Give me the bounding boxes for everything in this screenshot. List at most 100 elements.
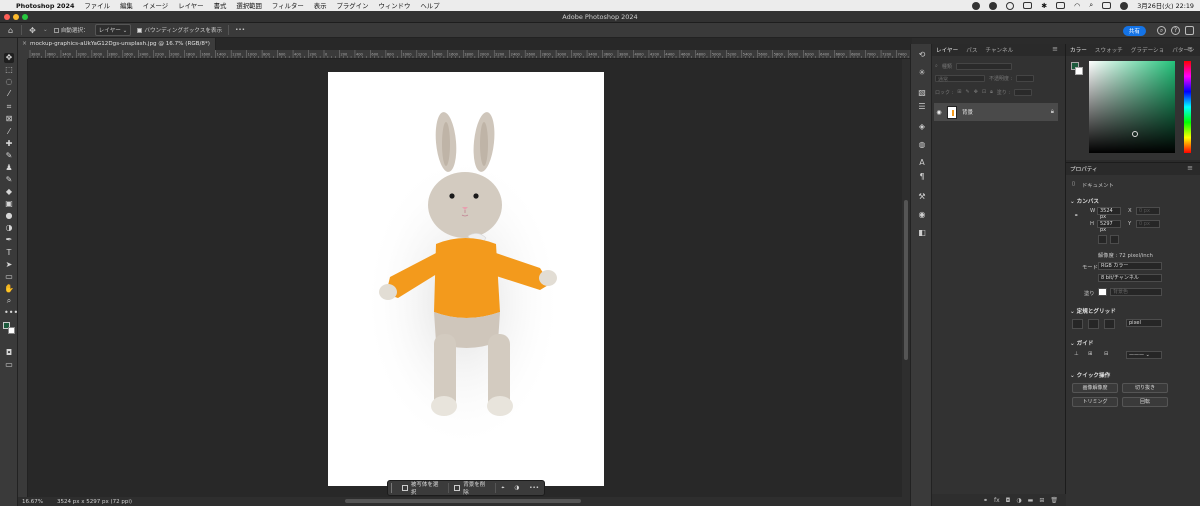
help-icon[interactable]: ? — [1171, 26, 1180, 35]
x-field[interactable]: 0 px — [1136, 207, 1160, 215]
vertical-scroll-thumb[interactable] — [904, 200, 908, 360]
clone-stamp-tool-icon[interactable]: ♟ — [4, 163, 14, 173]
group-icon[interactable]: ▬ — [1028, 497, 1034, 504]
canvas-section-header[interactable]: ⌄ カンバス — [1070, 197, 1099, 205]
control-center-icon[interactable] — [1102, 2, 1112, 9]
ruler-origin[interactable] — [18, 50, 28, 59]
workspace-icon[interactable] — [1185, 26, 1194, 35]
blend-mode-dropdown[interactable]: 通常 — [935, 74, 985, 83]
object-selection-tool-icon[interactable]: ⁄ — [4, 89, 14, 99]
menu-filter[interactable]: フィルター — [272, 1, 304, 10]
document-canvas[interactable] — [328, 72, 604, 486]
hue-slider[interactable] — [1184, 61, 1191, 153]
siri-icon[interactable] — [1120, 1, 1129, 10]
add-mask-icon[interactable]: ◘ — [1006, 497, 1011, 504]
tab-swatches[interactable]: スウォッチ — [1091, 46, 1127, 54]
width-field[interactable]: 3524 px — [1097, 207, 1121, 220]
search-icon[interactable]: ⌕ — [1089, 1, 1093, 10]
display-icon[interactable] — [1023, 2, 1033, 9]
panel-menu-icon[interactable]: ≡ — [1183, 45, 1197, 53]
fill-swatch[interactable] — [1098, 288, 1107, 296]
pen-tool-icon[interactable]: ✒ — [4, 235, 14, 245]
lock-transparency-icon[interactable]: ⊞ — [957, 89, 961, 95]
image-size-button[interactable]: 画像解像度 — [1072, 383, 1118, 393]
eraser-tool-icon[interactable]: ◆ — [4, 187, 14, 197]
horizontal-ruler[interactable]: 3800 3600 3400 3200 3000 2800 2600 2400 2200 2000… — [28, 50, 910, 59]
vertical-ruler[interactable] — [18, 59, 28, 497]
rectangle-tool-icon[interactable]: ▭ — [4, 272, 14, 282]
new-layer-icon[interactable]: ⊞ — [1039, 497, 1044, 504]
guides-header[interactable]: ⌄ ガイド — [1070, 339, 1093, 347]
adjustment-button[interactable]: ◑ — [509, 482, 524, 494]
dodge-tool-icon[interactable]: ◑ — [4, 223, 14, 233]
checkbox-box[interactable] — [137, 28, 143, 33]
chevron-down-icon[interactable]: ⌄ — [43, 27, 48, 33]
guide-canvas-icon[interactable]: ⊞ — [1088, 351, 1092, 357]
panel-menu-icon[interactable]: ≡ — [1183, 164, 1197, 172]
horizontal-scroll-thumb[interactable] — [345, 499, 581, 503]
menu-image[interactable]: イメージ — [143, 1, 168, 10]
path-selection-tool-icon[interactable]: ➤ — [4, 260, 14, 270]
home-icon[interactable]: ⌂ — [6, 26, 15, 35]
move-tool-icon[interactable]: ✥ — [28, 26, 37, 35]
tab-layers[interactable]: レイヤー — [932, 46, 962, 54]
tab-color[interactable]: カラー — [1066, 46, 1091, 54]
zoom-level[interactable]: 16.67% — [22, 499, 43, 505]
tab-gradients[interactable]: グラデーショ — [1127, 46, 1168, 54]
remove-background-button[interactable]: 背景を削除 — [449, 482, 495, 496]
background-color-swatch[interactable] — [8, 327, 15, 334]
layer-row-background[interactable]: ◉ 背景 🔒︎ — [934, 103, 1058, 121]
search-icon[interactable]: ⌕ — [1157, 26, 1166, 35]
status-app-icon-2[interactable] — [1006, 1, 1015, 10]
background-color-swatch[interactable] — [1075, 67, 1083, 75]
adjust-sliders-icon[interactable]: ☰ — [917, 102, 927, 112]
guide-layout-icon[interactable]: ⊥ — [1074, 351, 1079, 357]
crop-tool-icon[interactable]: ⌗ — [4, 102, 14, 112]
frame-tool-icon[interactable]: ⊠ — [4, 114, 14, 124]
adjustment-layer-icon[interactable]: ◑ — [1016, 497, 1021, 504]
eyedropper-tool-icon[interactable]: ⁄ — [4, 127, 14, 137]
glyphs-panel-icon[interactable]: ⚒ — [917, 192, 927, 202]
adjustments-panel-icon[interactable]: ✳ — [917, 68, 927, 78]
menu-type[interactable]: 書式 — [214, 1, 227, 10]
color-mode-dropdown[interactable]: RGB カラー — [1098, 262, 1162, 270]
ruler-unit-dropdown[interactable]: pixel — [1126, 319, 1162, 327]
tab-properties[interactable]: プロパティ — [1066, 165, 1102, 173]
opacity-field[interactable] — [1016, 74, 1035, 82]
rulers-grid-header[interactable]: ⌄ 定規とグリッド — [1070, 307, 1116, 315]
hand-tool-icon[interactable]: ✋ — [4, 284, 14, 294]
3d-panel-icon[interactable]: ◉ — [917, 210, 927, 220]
auto-select-target-dropdown[interactable]: レイヤー ⌄ — [94, 24, 132, 36]
link-icon[interactable]: ⚭ — [1074, 213, 1078, 219]
marquee-tool-icon[interactable]: ⬚ — [4, 65, 14, 75]
filter-field[interactable] — [955, 62, 1012, 70]
lock-position-icon[interactable]: ✥ — [974, 89, 978, 95]
status-app-icon[interactable] — [989, 1, 998, 10]
trim-button[interactable]: トリミング — [1072, 397, 1118, 407]
document-tab[interactable]: × mockup-graphics-aUkYaG12Dgs-unsplash.j… — [18, 38, 216, 50]
zoom-tool-icon[interactable]: ⌕ — [4, 296, 14, 306]
battery-icon[interactable] — [1056, 2, 1066, 9]
show-bounding-box-checkbox[interactable]: バウンディングボックスを表示 — [137, 26, 222, 34]
share-button[interactable]: 共有 — [1122, 26, 1146, 36]
history-panel-icon[interactable]: ⟲ — [917, 50, 927, 60]
layer-kind-dropdown[interactable]: 種類 — [942, 63, 952, 70]
ruler-toggle-button[interactable] — [1072, 319, 1083, 329]
grid-toggle-button[interactable] — [1088, 319, 1099, 329]
tab-paths[interactable]: パス — [962, 46, 981, 54]
link-layers-icon[interactable]: ⚭ — [983, 497, 988, 504]
close-tab-icon[interactable]: × — [22, 40, 27, 47]
panel-menu-icon[interactable]: ≡ — [1048, 45, 1062, 53]
rotate-button[interactable]: 回転 — [1122, 397, 1168, 407]
menu-window[interactable]: ウィンドウ — [378, 1, 410, 10]
color-picker-handle[interactable] — [1132, 131, 1138, 137]
menu-app-name[interactable]: Photoshop 2024 — [16, 2, 74, 10]
menu-layer[interactable]: レイヤー — [178, 1, 203, 10]
menu-edit[interactable]: 編集 — [120, 1, 133, 10]
delete-layer-icon[interactable]: 🗑︎ — [1050, 497, 1058, 504]
more-button[interactable]: ••• — [524, 482, 544, 494]
visibility-eye-icon[interactable]: ◉ — [934, 109, 944, 116]
checkbox-box[interactable] — [53, 28, 59, 33]
guide-style-dropdown[interactable]: ——— ⌄ — [1126, 351, 1162, 359]
quick-mask-icon[interactable]: ◘ — [4, 348, 14, 358]
